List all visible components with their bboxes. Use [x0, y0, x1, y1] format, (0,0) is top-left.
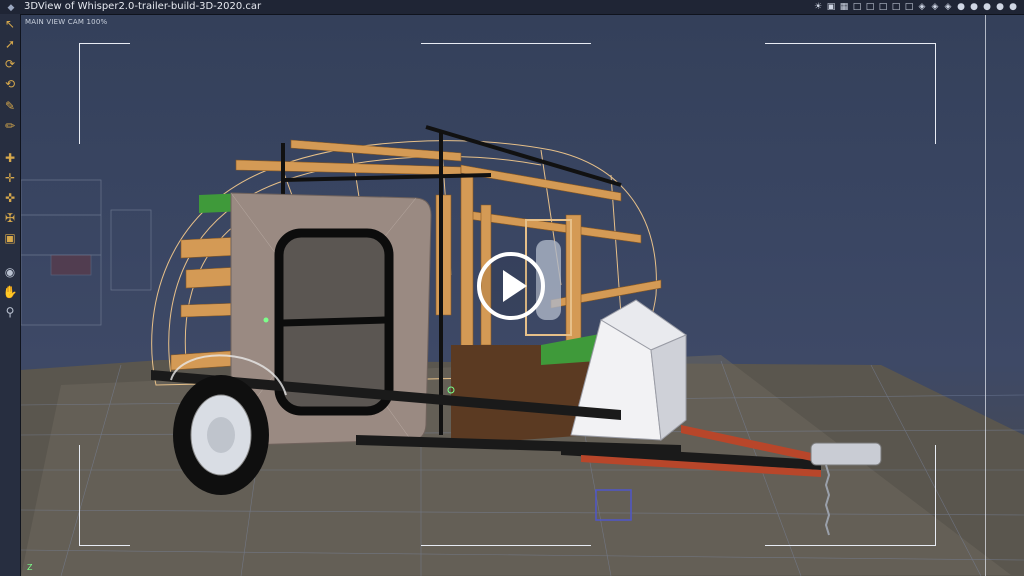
window-title: 3DView of Whisper2.0-trailer-build-3D-20… [24, 1, 262, 12]
safe-frame-edge-bottom [421, 544, 591, 546]
safe-frame-edge-top [421, 43, 591, 45]
axis-z-label: Z [27, 563, 33, 572]
safe-frame-corner-br [765, 445, 936, 546]
select-arrow-icon[interactable]: ↖ [2, 16, 18, 32]
background-wireframe [21, 179, 152, 326]
sphere-5-icon[interactable]: ● [1008, 2, 1018, 12]
sphere-1-icon[interactable]: ● [956, 2, 966, 12]
safe-frame-corner-tl [79, 43, 130, 144]
cube-icon[interactable]: ▣ [2, 230, 18, 246]
play-icon [503, 270, 527, 302]
shade-1-icon[interactable]: ◈ [917, 2, 927, 12]
translate-icon[interactable]: ✛ [2, 170, 18, 186]
shade-3-icon[interactable]: ◈ [943, 2, 953, 12]
camera-label: MAIN VIEW CAM 100% [25, 18, 108, 26]
transform-icon[interactable]: ✚ [2, 150, 18, 166]
view-3-icon[interactable]: □ [878, 2, 888, 12]
play-button[interactable] [477, 252, 545, 320]
view-2-icon[interactable]: □ [865, 2, 875, 12]
3d-viewport[interactable]: MAIN VIEW CAM 100% Z [21, 15, 1024, 576]
rotate-object-icon[interactable]: ✠ [2, 210, 18, 226]
axis-indicator: Z [27, 563, 32, 572]
shade-2-icon[interactable]: ◈ [930, 2, 940, 12]
titlebar-icon-group: ☀ ▣ ▦ □ □ □ □ □ ◈ ◈ ◈ ● ● ● ● ● [813, 0, 1018, 14]
light-icon[interactable]: ☀ [813, 2, 823, 12]
render-icon[interactable]: ▣ [826, 2, 836, 12]
view-5-icon[interactable]: □ [904, 2, 914, 12]
move-arrow-icon[interactable]: ➚ [2, 36, 18, 52]
left-toolbar: ↖ ➚ ⟳ ⟲ ✎ ✏ ✚ ✛ ✜ ✠ ▣ ◉ ✋ ⚲ [0, 14, 21, 576]
rotate-2-icon[interactable]: ⟲ [2, 76, 18, 92]
zoom-icon[interactable]: ⚲ [2, 304, 18, 320]
view-1-icon[interactable]: □ [852, 2, 862, 12]
viewport-guide-line [985, 15, 986, 576]
rotate-icon[interactable]: ⟳ [2, 56, 18, 72]
camera-icon[interactable]: ◉ [2, 264, 18, 280]
sphere-3-icon[interactable]: ● [982, 2, 992, 12]
safe-frame-corner-bl [79, 445, 130, 546]
sphere-4-icon[interactable]: ● [995, 2, 1005, 12]
hand-pan-icon[interactable]: ✋ [2, 284, 18, 300]
safe-frame-corner-tr [765, 43, 936, 144]
sphere-2-icon[interactable]: ● [969, 2, 979, 12]
window-titlebar: ◆ 3DView of Whisper2.0-trailer-build-3D-… [0, 0, 1024, 15]
scale-icon[interactable]: ✜ [2, 190, 18, 206]
pen-icon[interactable]: ✎ [2, 98, 18, 114]
brush-icon[interactable]: ✏ [2, 118, 18, 134]
grid-icon[interactable]: ▦ [839, 2, 849, 12]
app-window-icon[interactable]: ◆ [4, 1, 18, 13]
view-4-icon[interactable]: □ [891, 2, 901, 12]
